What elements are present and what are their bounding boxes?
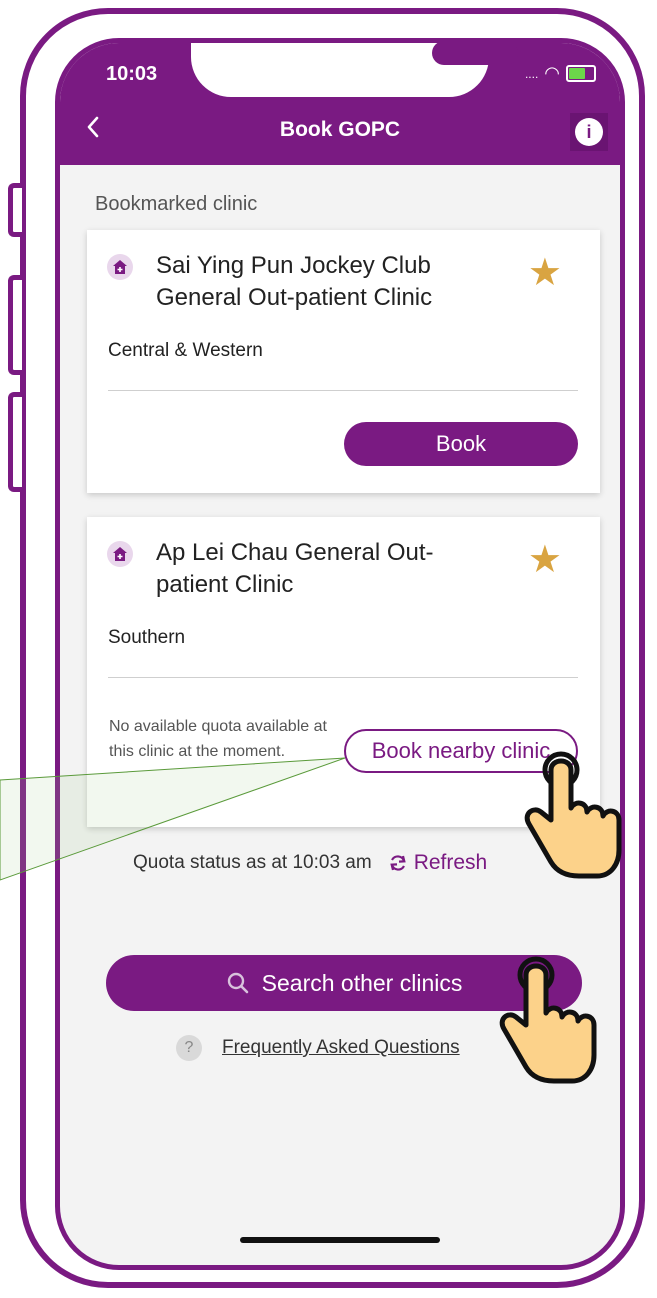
info-button[interactable]: i	[570, 113, 608, 151]
info-icon: i	[575, 118, 603, 146]
faq-row: ? Frequently Asked Questions	[176, 1035, 460, 1061]
clinic-district: Southern	[108, 627, 186, 648]
side-button-volume-down	[8, 392, 22, 492]
clinic-house-icon	[107, 254, 133, 280]
help-icon: ?	[176, 1035, 202, 1061]
section-label: Bookmarked clinic	[95, 193, 258, 215]
divider	[108, 390, 578, 391]
pointing-hand-icon	[524, 751, 622, 879]
notch	[191, 43, 518, 97]
clinic-card: Sai Ying Pun Jockey Club General Out-pat…	[87, 230, 600, 493]
side-button-volume-up	[8, 275, 22, 375]
app-header: 10:03 .... ◠ Book GOPC i	[60, 43, 620, 165]
battery-icon	[566, 65, 596, 82]
faq-link[interactable]: Frequently Asked Questions	[222, 1037, 460, 1059]
status-time: 10:03	[106, 63, 158, 85]
quota-status-row: Quota status as at 10:03 am Refresh	[133, 851, 487, 875]
search-button-label: Search other clinics	[261, 969, 463, 996]
quota-status-text: Quota status as at 10:03 am	[133, 852, 372, 873]
phone-screen: 10:03 .... ◠ Book GOPC i Bookmarked clin…	[55, 38, 625, 1270]
signal-icon: ....	[524, 66, 539, 81]
clinic-district: Central & Western	[108, 340, 263, 361]
speaker	[432, 43, 518, 65]
wifi-icon: ◠	[544, 63, 560, 83]
no-quota-message: No available quota available at this cli…	[109, 718, 327, 760]
clinic-name: Ap Lei Chau General Out-patient Clinic	[156, 539, 434, 598]
page-title: Book GOPC	[279, 118, 401, 141]
bookmark-star-icon[interactable]: ★	[528, 250, 562, 295]
home-indicator	[240, 1237, 440, 1243]
divider	[108, 677, 578, 678]
clinic-name: Sai Ying Pun Jockey Club General Out-pat…	[156, 252, 433, 311]
clinic-house-icon	[107, 541, 133, 567]
refresh-button[interactable]: Refresh	[388, 851, 488, 875]
book-button[interactable]: Book	[344, 422, 578, 466]
bookmark-star-icon[interactable]: ★	[528, 537, 562, 582]
refresh-icon	[390, 855, 406, 871]
search-icon	[227, 972, 248, 994]
status-icons: .... ◠	[525, 63, 596, 84]
refresh-label: Refresh	[413, 851, 488, 874]
pointing-hand-icon	[499, 956, 597, 1084]
side-button-mute	[8, 183, 22, 237]
